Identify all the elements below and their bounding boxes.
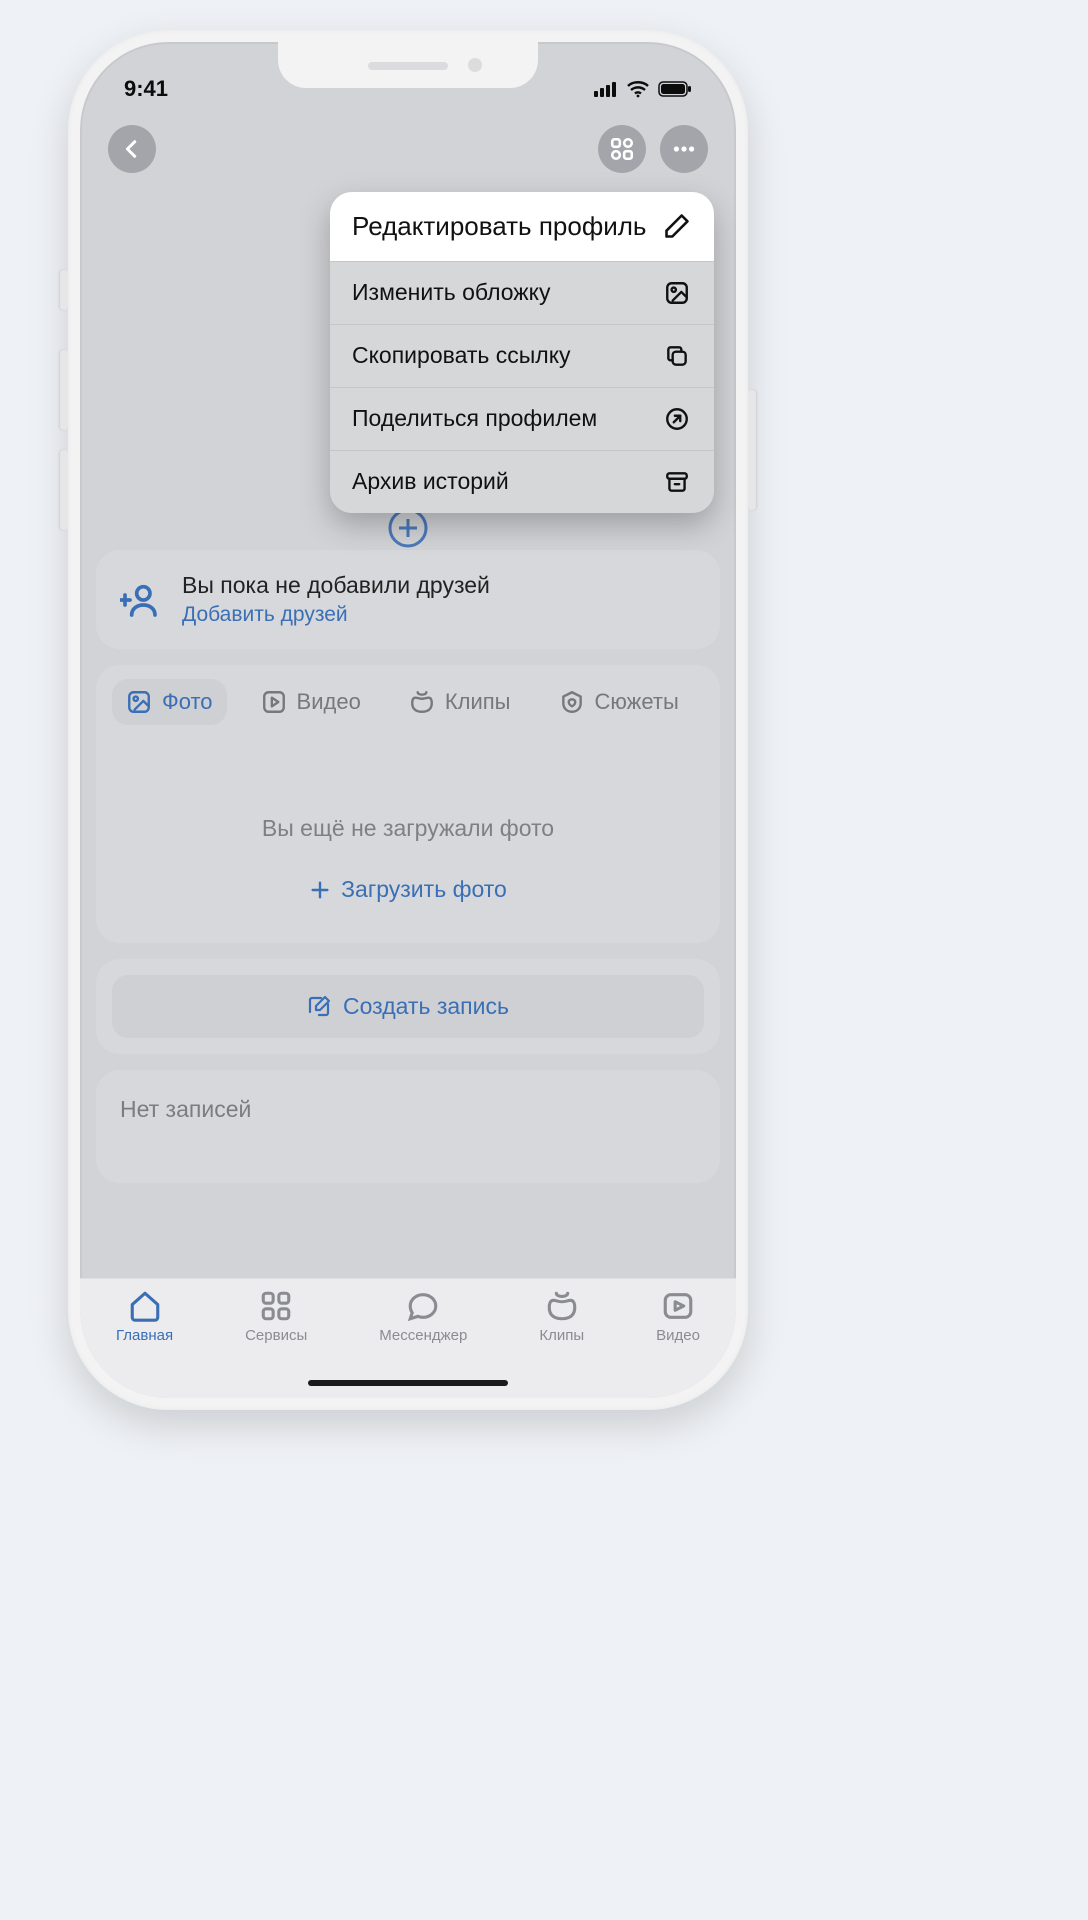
menu-change-cover-label: Изменить обложку	[352, 279, 648, 306]
status-time: 9:41	[124, 76, 168, 102]
menu-copy-link-label: Скопировать ссылку	[352, 342, 648, 369]
no-entries-label: Нет записей	[120, 1096, 696, 1123]
tab-video[interactable]: Видео	[247, 679, 375, 725]
menu-copy-link[interactable]: Скопировать ссылку	[330, 324, 714, 387]
tabbar-home-label: Главная	[116, 1327, 173, 1344]
add-friend-icon	[120, 580, 160, 620]
tabbar-clips-label: Клипы	[539, 1327, 584, 1344]
menu-story-archive[interactable]: Архив историй	[330, 450, 714, 513]
media-empty: Вы ещё не загружали фото	[112, 815, 704, 842]
tab-video-label: Видео	[297, 689, 361, 715]
tab-photo[interactable]: Фото	[112, 679, 227, 725]
tabbar-home[interactable]: Главная	[116, 1289, 173, 1344]
tab-clips-label: Клипы	[445, 689, 511, 715]
friends-card[interactable]: Вы пока не добавили друзей Добавить друз…	[96, 550, 720, 649]
cellular-icon	[594, 81, 618, 97]
pencil-icon	[662, 211, 692, 241]
menu-change-cover[interactable]: Изменить обложку	[330, 261, 714, 324]
upload-photo-label: Загрузить фото	[341, 876, 507, 903]
phone-frame: 9:41	[68, 30, 748, 1410]
tab-clips[interactable]: Клипы	[395, 679, 525, 725]
services-button[interactable]	[598, 125, 646, 173]
tabbar-services-label: Сервисы	[245, 1327, 307, 1344]
home-indicator	[308, 1380, 508, 1386]
share-icon	[662, 404, 692, 434]
tabbar-video[interactable]: Видео	[656, 1289, 700, 1344]
no-entries-card: Нет записей	[96, 1070, 720, 1183]
menu-story-archive-label: Архив историй	[352, 468, 648, 495]
media-card: Фото Видео Клипы	[96, 665, 720, 943]
tabbar-messenger[interactable]: Мессенджер	[379, 1289, 467, 1344]
menu-share-profile-label: Поделиться профилем	[352, 405, 648, 432]
menu-edit-profile-label: Редактировать профиль	[352, 210, 648, 243]
volume-down-button	[60, 450, 68, 530]
tab-photo-label: Фото	[162, 689, 213, 715]
copy-icon	[662, 341, 692, 371]
wifi-icon	[626, 80, 650, 98]
friends-title: Вы пока не добавили друзей	[182, 572, 490, 599]
upload-photo-link[interactable]: Загрузить фото	[112, 876, 704, 903]
tabbar-clips[interactable]: Клипы	[539, 1289, 584, 1344]
menu-share-profile[interactable]: Поделиться профилем	[330, 387, 714, 450]
status-bar: 9:41	[80, 42, 736, 114]
create-post-card: Создать запись	[96, 959, 720, 1054]
battery-icon	[658, 81, 692, 97]
image-icon	[662, 278, 692, 308]
profile-menu-popover: Редактировать профиль Изменить обложку С…	[330, 192, 714, 513]
more-button[interactable]	[660, 125, 708, 173]
tabbar-video-label: Видео	[656, 1327, 700, 1344]
add-friends-link[interactable]: Добавить друзей	[182, 603, 490, 627]
silence-switch	[60, 270, 68, 310]
tabbar-services[interactable]: Сервисы	[245, 1289, 307, 1344]
tabbar-messenger-label: Мессенджер	[379, 1327, 467, 1344]
create-post-button[interactable]: Создать запись	[112, 975, 704, 1038]
tab-stories[interactable]: Сюжеты	[545, 679, 693, 725]
back-button[interactable]	[108, 125, 156, 173]
menu-edit-profile[interactable]: Редактировать профиль	[330, 192, 714, 261]
power-button	[748, 390, 756, 510]
archive-icon	[662, 467, 692, 497]
volume-up-button	[60, 350, 68, 430]
create-post-label: Создать запись	[343, 993, 509, 1020]
tab-stories-label: Сюжеты	[595, 689, 679, 715]
